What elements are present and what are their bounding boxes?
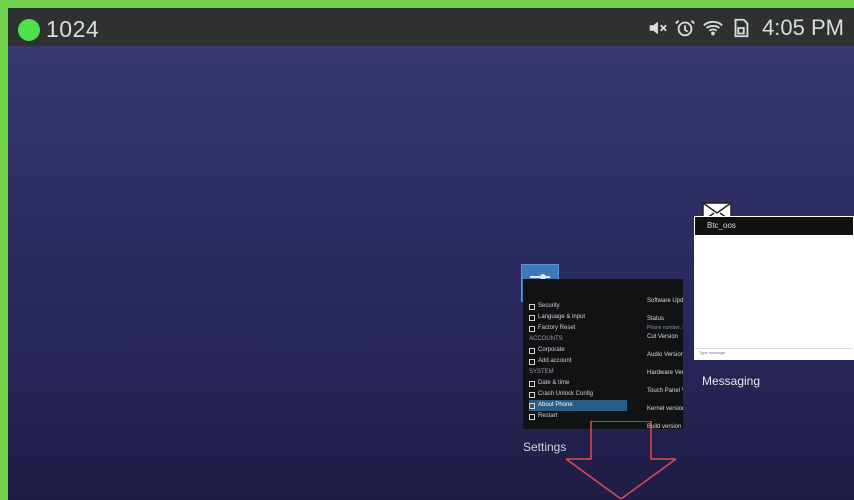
settings-preview-right-key: Status [647,316,665,322]
settings-preview-item-label: Date & time [538,380,570,386]
recent-app-card-settings[interactable]: Security Language & input Factory Reset ACC… [523,279,683,429]
settings-preview-section: SYSTEM [529,367,627,378]
settings-preview-right-key: Touch Panel Version [647,388,683,394]
settings-preview-right-value [647,377,683,387]
bullet-icon [529,413,535,420]
settings-preview-right-value [647,341,683,351]
alarm-icon [674,17,696,39]
settings-preview-item: Factory Reset [529,323,627,334]
settings-preview-item: Add account [529,356,627,367]
status-icons: 4:05 PM [646,15,844,40]
settings-preview-item-label: About Phone [538,402,573,408]
settings-preview-right-value [647,395,683,405]
settings-preview-item-label: Security [538,303,560,309]
status-bar: 1024 4:05 PM [8,8,854,46]
recent-app-label-messaging: Messaging [702,374,761,388]
settings-preview-item-label: ACCOUNTS [529,336,563,342]
settings-preview-right-value [647,305,683,315]
bullet-icon [529,314,535,321]
settings-preview-right-value [647,359,683,369]
settings-preview-item-label: Factory Reset [538,325,576,331]
settings-preview-item-label: Corporate [538,347,565,353]
recent-app-card-messaging[interactable]: Btc_oos Type message [694,216,854,360]
volume-muted-icon [646,17,668,39]
settings-preview-item: Language & input [529,312,627,323]
messaging-preview-header: Btc_oos [695,217,853,235]
bullet-icon [529,380,535,387]
settings-preview-item: Crash Unlock Config [529,389,627,400]
messaging-compose-bar: Type message [695,348,853,359]
home-screen: 1024 4:05 PM Security Language & input F… [8,8,854,500]
bullet-icon [529,303,535,310]
settings-preview-section: ACCOUNTS [529,334,627,345]
settings-preview-right: Software Update Status Phone number, signa… [647,297,683,429]
sim-icon [730,17,752,39]
recent-app-label-settings: Settings [523,440,567,454]
settings-preview-right-value: Phone number, signal, etc. [647,325,683,331]
wifi-icon [702,17,724,39]
settings-preview-right-key: Cut Version [647,334,679,340]
settings-preview-item-label: Language & input [538,314,586,320]
settings-preview-right-key: Audio Version [647,352,683,358]
bullet-icon [529,391,535,398]
swipe-down-arrow-icon [566,421,676,499]
settings-preview-right-key: Kernel version [647,406,683,412]
messaging-compose-placeholder: Type message [699,350,726,355]
bullet-icon [529,402,535,409]
settings-preview-item-label: Add account [538,358,572,364]
settings-preview-right-key: Hardware Version [647,370,683,376]
settings-preview-item-label: SYSTEM [529,369,554,375]
bullet-icon [529,358,535,365]
bullet-icon [529,325,535,332]
settings-preview-item: Corporate [529,345,627,356]
settings-preview-item: About Phone [529,400,627,411]
status-label: 1024 [46,16,100,42]
messaging-preview-header-text: Btc_oos [707,221,736,230]
settings-preview-item-label: Crash Unlock Config [538,391,594,397]
settings-preview-item-label: Restart [538,413,558,419]
bullet-icon [529,347,535,354]
clock-time: 4:05 PM [762,15,844,40]
settings-preview-item: Security [529,301,627,312]
settings-preview-right-key: Software Update [647,298,683,304]
settings-preview-item: Date & time [529,378,627,389]
status-dot-icon [18,19,40,41]
settings-preview-left: Security Language & input Factory Reset ACC… [529,301,627,422]
